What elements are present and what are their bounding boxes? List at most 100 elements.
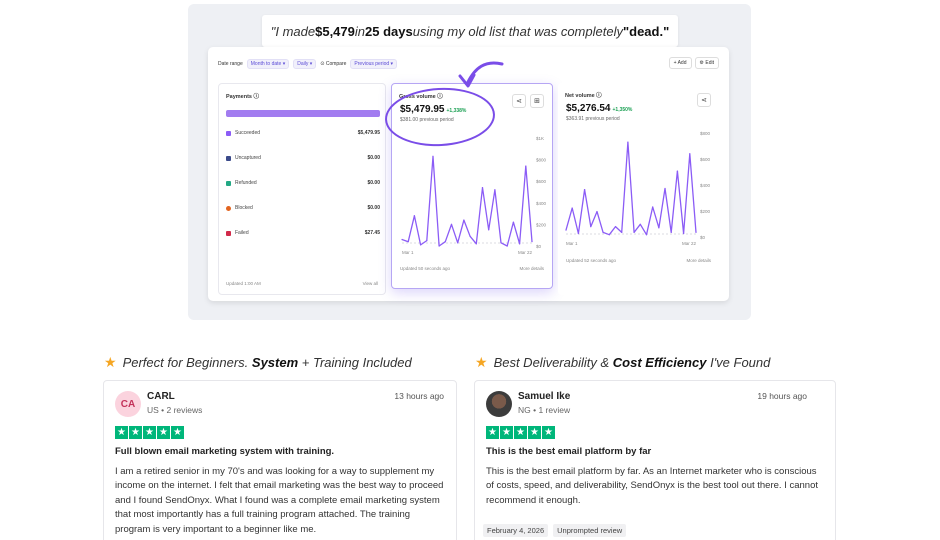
compare-label-text: Compare — [325, 61, 347, 67]
reviewer-name[interactable]: CARL — [147, 391, 175, 402]
quote-dead: "dead." — [622, 23, 670, 39]
net-footer: Updated 52 seconds ago More details — [566, 258, 711, 263]
data-point — [596, 210, 598, 213]
payment-row-blocked: Blocked $0.00 — [226, 205, 380, 211]
y-tick-label: $200 — [536, 222, 547, 227]
star-icon: ★ — [475, 354, 488, 370]
data-point — [401, 238, 403, 241]
review-heading-1: ★ Perfect for Beginners. System + Traini… — [104, 354, 412, 371]
review-title[interactable]: Full blown email marketing system with t… — [115, 446, 334, 457]
net-value: $5,276.54 +1,350% — [566, 103, 632, 114]
series-line — [565, 141, 697, 236]
y-tick-label: $1K — [536, 136, 544, 141]
edit-label: Edit — [705, 60, 714, 66]
y-tick-label: $0 — [536, 244, 542, 249]
share-icon[interactable]: ⋖ — [512, 94, 526, 108]
y-tick-label: $200 — [700, 209, 711, 214]
x-tick-label: Mar 1 — [402, 250, 414, 255]
row-label: Uncaptured — [235, 155, 261, 161]
row-label: Refunded — [235, 180, 257, 186]
refunded-swatch — [226, 180, 231, 186]
quote-text-mid2: using my old list that was completely — [412, 23, 623, 39]
grid-icon[interactable]: ⊞ — [530, 94, 544, 108]
data-point — [432, 155, 434, 157]
data-point — [519, 243, 521, 245]
net-more-details[interactable]: More details — [686, 258, 711, 263]
review-card-samuel: Samuel Ike NG • 1 review 19 hours ago ★ ★… — [474, 380, 836, 540]
compare-select[interactable]: Previous period ▾ — [350, 59, 398, 69]
heading-text-post: + Training Included — [298, 355, 412, 370]
reviewer-meta: US • 2 reviews — [147, 405, 203, 415]
unprompted-tag: Unprompted review — [553, 524, 627, 537]
data-point — [633, 231, 635, 233]
heading-bold: Cost Efficiency — [612, 355, 707, 370]
compare-label: ⊙ Compare — [320, 61, 347, 67]
y-tick-label: $0 — [700, 235, 706, 240]
data-point — [639, 223, 641, 225]
y-tick-label: $600 — [700, 157, 711, 162]
data-point — [676, 170, 679, 172]
succeeded-swatch — [226, 130, 231, 136]
data-point — [512, 221, 515, 223]
data-point — [469, 235, 471, 237]
interval-select[interactable]: Daily ▾ — [293, 59, 317, 69]
data-point — [645, 234, 648, 236]
gross-footer: Updated 50 seconds ago More details — [400, 266, 544, 271]
payments-footer: Updated 1:00 AM View all — [226, 281, 378, 286]
star-icon: ★ — [486, 426, 499, 439]
uncaptured-swatch — [226, 155, 231, 161]
review-title[interactable]: This is the best email platform by far — [486, 446, 651, 457]
payments-title: Payments ⓘ — [226, 94, 260, 100]
data-point — [608, 234, 610, 236]
payment-row-refunded: Refunded $0.00 — [226, 180, 380, 186]
data-point — [652, 206, 654, 208]
payment-row-succeeded: Succeeded $5,479.95 — [226, 130, 380, 136]
data-point — [494, 189, 496, 191]
row-value: $0.00 — [367, 205, 380, 211]
data-point — [565, 229, 567, 231]
data-point — [695, 231, 697, 233]
quote-text-pre: "I made — [270, 23, 316, 39]
data-point — [577, 232, 579, 235]
view-all-link[interactable]: View all — [363, 281, 378, 286]
data-point — [438, 245, 440, 247]
y-tick-label: $800 — [536, 158, 547, 163]
data-point — [488, 229, 490, 231]
heading-text: Perfect for Beginners. — [122, 355, 252, 370]
review-body: This is the best email platform by far. … — [486, 466, 818, 506]
net-previous: $363.91 previous period — [566, 116, 620, 122]
data-point — [444, 241, 446, 243]
data-point — [463, 219, 465, 221]
row-value: $27.45 — [364, 230, 380, 236]
date-range-select[interactable]: Month to date ▾ — [246, 59, 290, 69]
heading-text: Best Deliverability & — [493, 355, 613, 370]
toolbar-actions: + Add ⚙ Edit — [668, 57, 719, 69]
avatar — [486, 391, 512, 417]
payment-row-failed: Failed $27.45 — [226, 230, 380, 236]
gross-more-details[interactable]: More details — [519, 266, 544, 271]
reviewer-name[interactable]: Samuel Ike — [518, 391, 570, 402]
quote-days: 25 days — [365, 23, 413, 39]
data-point — [413, 215, 415, 217]
star-icon: ★ — [171, 426, 184, 439]
review-body: I am a retired senior in my 70's and was… — [115, 466, 444, 535]
x-tick-label: Mar 22 — [518, 250, 533, 255]
payments-updated: Updated 1:00 AM — [226, 281, 261, 286]
add-button[interactable]: + Add — [668, 57, 692, 69]
data-point — [689, 153, 691, 155]
data-point — [419, 244, 422, 246]
payments-card: Payments ⓘ Succeeded $5,479.95 Uncapture… — [218, 83, 386, 295]
gross-volume-chart: $1K $800 $600 $400 $200 $0 Mar 1 Mar 22 — [401, 136, 547, 255]
edit-button[interactable]: ⚙ Edit — [694, 57, 719, 69]
row-label: Succeeded — [235, 130, 261, 136]
star-icon: ★ — [129, 426, 142, 439]
failed-swatch — [226, 230, 231, 236]
avatar: CA — [115, 391, 141, 417]
data-point — [531, 241, 533, 243]
star-icon: ★ — [157, 426, 170, 439]
review-time: 19 hours ago — [757, 391, 807, 401]
share-icon[interactable]: ⋖ — [697, 93, 711, 107]
testimonial-quote: "I made $5,479 in 25 days using my old l… — [262, 15, 678, 47]
heading-text-post: I've Found — [706, 355, 771, 370]
star-icon: ★ — [104, 354, 117, 370]
